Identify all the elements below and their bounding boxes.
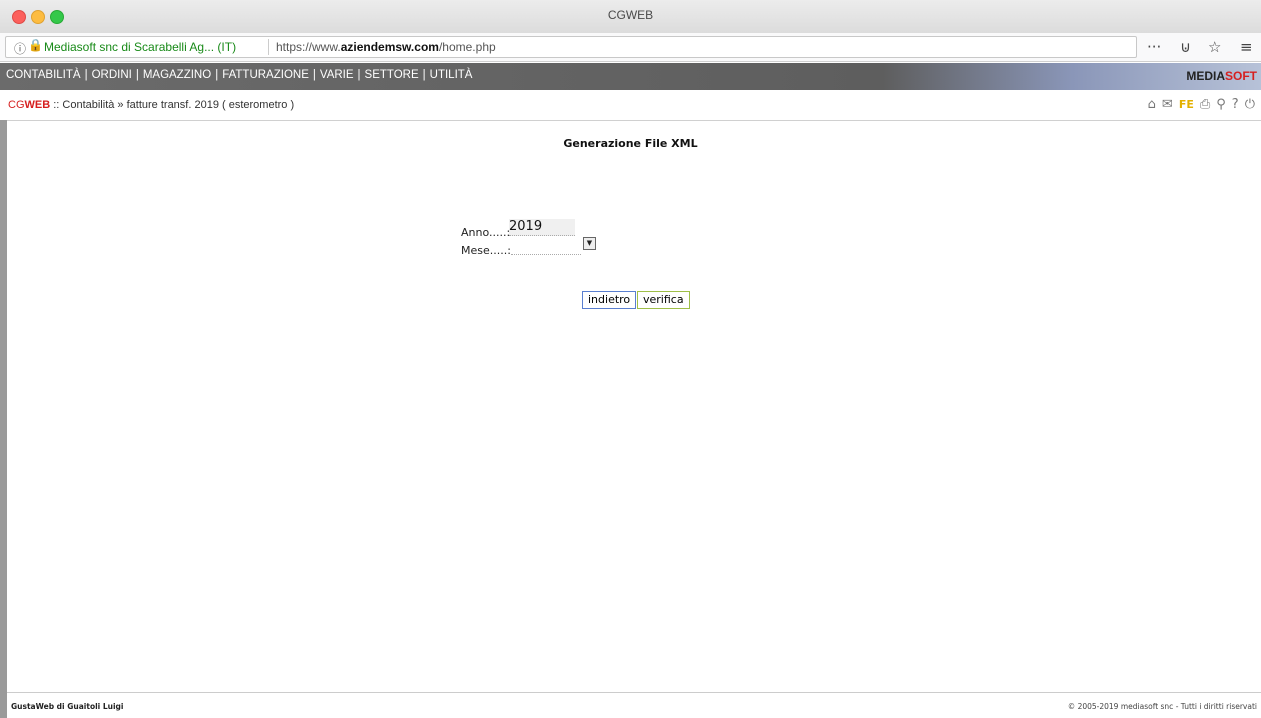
help-icon[interactable]: ? [1232, 97, 1239, 112]
brand-logo: MEDIASOFT [1186, 69, 1257, 83]
lock-icon[interactable]: 🔒 [28, 38, 43, 52]
footer-divider [7, 692, 1261, 693]
mese-label: Mese.....: [461, 244, 511, 257]
menu-contabilita[interactable]: CONTABILITÀ [6, 69, 81, 81]
chevron-down-icon[interactable]: ▼ [583, 237, 596, 250]
url-domain: aziendemsw.com [340, 40, 439, 54]
page-title: Generazione File XML [563, 137, 698, 150]
menu-separator: | [84, 69, 88, 81]
footer-credit: GustaWeb di Guaitoli Luigi [11, 702, 124, 711]
app-name-a: CG [8, 99, 25, 111]
url-prefix: https://www. [276, 40, 341, 54]
site-identity[interactable]: Mediasoft snc di Scarabelli Ag... (IT) [44, 40, 236, 54]
xml-generation-form: Anno.....: 2019 Mese.....: ▼ [461, 219, 596, 257]
verify-button[interactable]: verifica [637, 291, 690, 309]
mail-icon[interactable]: ✉ [1162, 97, 1173, 112]
window-titlebar: CGWEB [0, 0, 1261, 33]
menu-separator: | [422, 69, 426, 81]
menu-utilita[interactable]: UTILITÀ [430, 69, 473, 81]
breadcrumb-path: :: Contabilità » fatture transf. 2019 ( … [50, 99, 295, 111]
back-button[interactable]: indietro [582, 291, 637, 309]
home-icon[interactable]: ⌂ [1148, 97, 1156, 112]
menu-separator: | [215, 69, 219, 81]
page-actions-icon[interactable]: ··· [1147, 38, 1161, 56]
menu-settore[interactable]: SETTORE [365, 69, 419, 81]
anno-label: Anno.....: [461, 226, 511, 239]
menu-varie[interactable]: VARIE [320, 69, 354, 81]
menu-ordini[interactable]: ORDINI [92, 69, 132, 81]
app-name-b: WEB [24, 99, 51, 111]
mese-row: Mese.....: ▼ [461, 237, 596, 257]
main-menu: CONTABILITÀ | ORDINI | MAGAZZINO | FATTURAZION… [6, 69, 472, 81]
pocket-icon[interactable]: ⊍ [1180, 38, 1191, 56]
menu-separator: | [135, 69, 139, 81]
menu-fatturazione[interactable]: FATTURAZIONE [222, 69, 309, 81]
address-bar[interactable]: ⓘ 🔒 Mediasoft snc di Scarabelli Ag... (I… [5, 36, 1137, 58]
menu-separator: | [357, 69, 361, 81]
bookmark-star-icon[interactable]: ☆ [1208, 38, 1221, 56]
main-menu-bar: CONTABILITÀ | ORDINI | MAGAZZINO | FATTURAZION… [0, 63, 1261, 90]
anno-field[interactable]: 2019 [509, 219, 575, 236]
url-text[interactable]: https://www.aziendemsw.com/home.php [276, 40, 496, 54]
browser-toolbar: ⓘ 🔒 Mediasoft snc di Scarabelli Ag... (I… [0, 33, 1261, 62]
power-icon[interactable]: ⏻ [1245, 97, 1255, 112]
breadcrumb-bar: CGWEB :: Contabilità » fatture transf. 2… [0, 90, 1261, 121]
footer-copyright: © 2005-2019 mediasoft snc - Tutti i diri… [1067, 702, 1257, 711]
menu-separator: | [312, 69, 316, 81]
mese-select[interactable] [511, 239, 581, 255]
menu-magazzino[interactable]: MAGAZZINO [143, 69, 211, 81]
url-path: /home.php [438, 40, 496, 54]
anno-row: Anno.....: 2019 [461, 219, 575, 239]
brand-part-b: SOFT [1225, 69, 1257, 83]
window-title: CGWEB [607, 8, 654, 22]
print-icon[interactable]: ⎙ [1200, 97, 1210, 112]
hamburger-menu-icon[interactable]: ≡ [1240, 38, 1253, 56]
brand-part-a: MEDIA [1186, 69, 1225, 83]
search-icon[interactable]: ⚲ [1216, 97, 1226, 112]
breadcrumb: CGWEB :: Contabilità » fatture transf. 2… [8, 99, 294, 111]
toolbar-icons: ⌂ ✉ FE ⎙ ⚲? ⏻ [1142, 97, 1255, 112]
info-icon[interactable]: ⓘ [14, 40, 26, 57]
url-divider [268, 39, 269, 55]
left-frame-border [0, 120, 7, 718]
fe-icon[interactable]: FE [1179, 98, 1194, 111]
